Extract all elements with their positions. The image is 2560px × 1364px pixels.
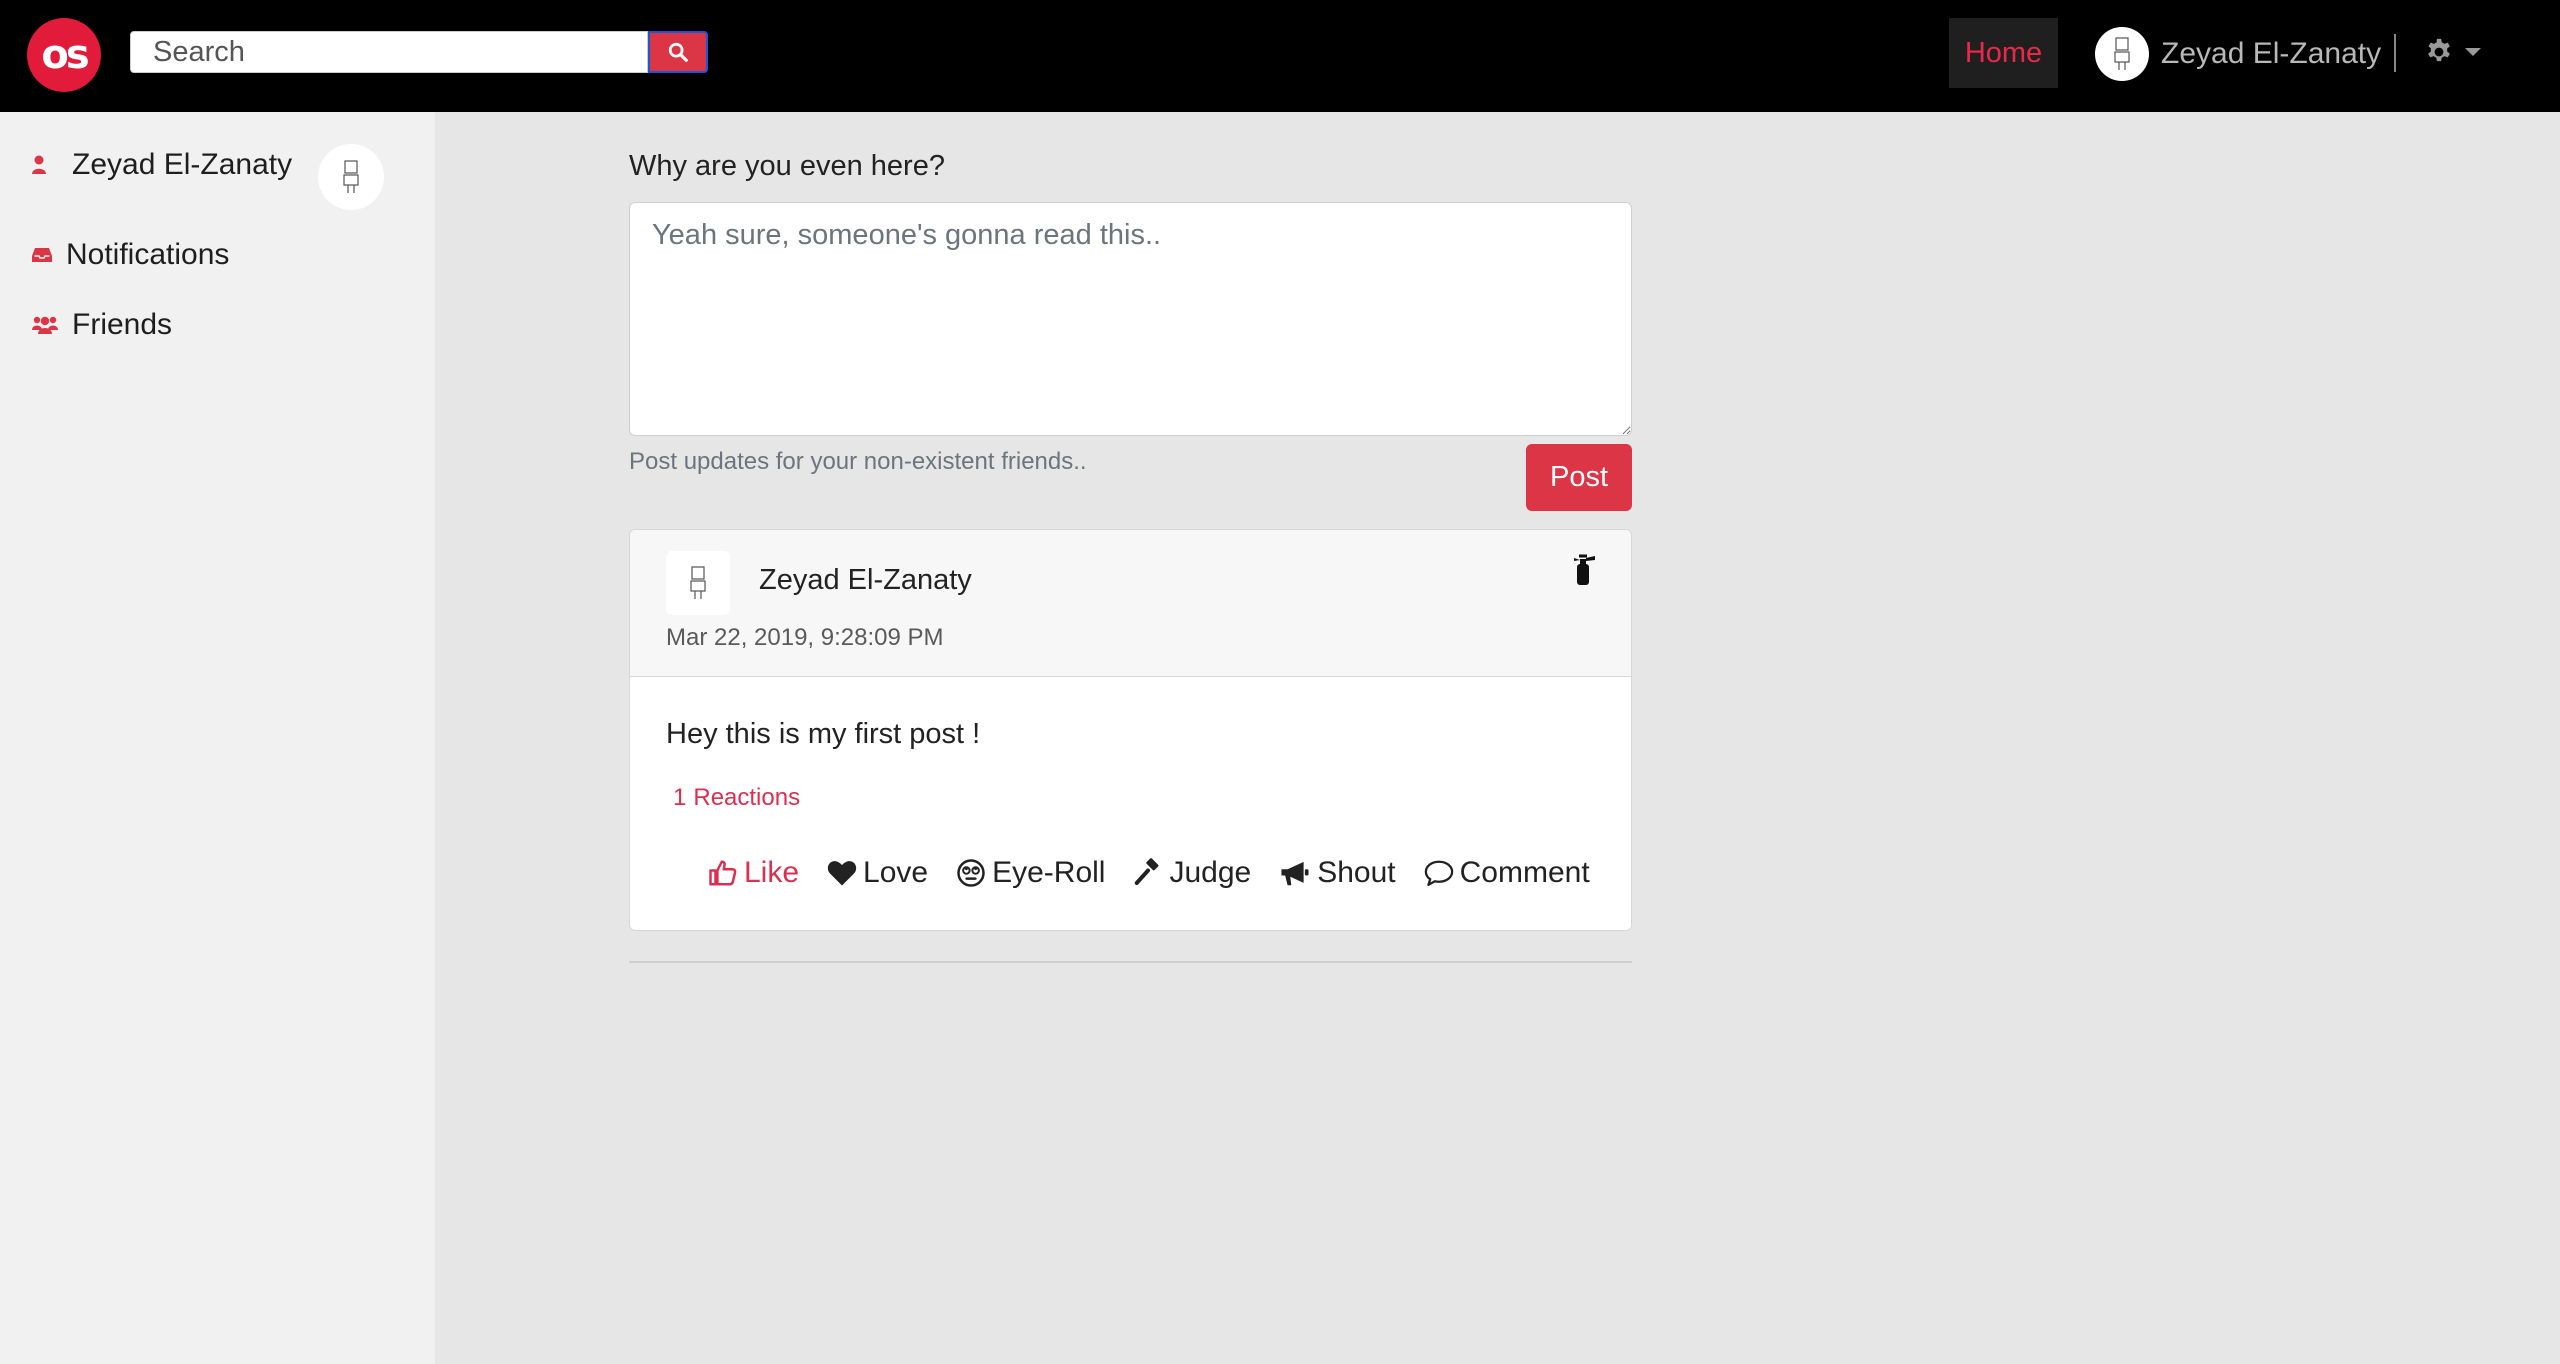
reactions-count: 1	[673, 784, 687, 811]
sidebar-item-notifications[interactable]: Notifications	[32, 238, 229, 272]
fire-extinguisher-icon	[1574, 554, 1595, 585]
sidebar-profile-name: Zeyad El-Zanaty	[72, 148, 293, 181]
comment-label: Comment	[1459, 856, 1590, 889]
love-label: Love	[863, 856, 929, 889]
avatar[interactable]	[318, 144, 384, 210]
reactions-label: Reactions	[693, 784, 801, 811]
like-button[interactable]: Like	[708, 856, 799, 890]
avatar	[2095, 27, 2149, 81]
nav-home-link[interactable]: Home	[1949, 18, 2058, 88]
post-author[interactable]: Zeyad El-Zanaty	[759, 564, 972, 597]
sidebar-item-label: Friends	[72, 308, 173, 341]
post-actions: Like Love Eye-Roll Judge Shout Comment	[708, 856, 1590, 890]
search-button[interactable]	[648, 31, 708, 73]
delete-post-button[interactable]	[1571, 554, 1597, 591]
logo-text: os	[41, 32, 89, 78]
gavel-icon	[1135, 858, 1159, 885]
nav-user-profile[interactable]: Zeyad El-Zanaty	[2095, 26, 2381, 82]
shout-button[interactable]: Shout	[1279, 856, 1396, 890]
comment-icon	[1424, 860, 1453, 886]
gear-icon	[2428, 38, 2450, 62]
nav-divider	[2394, 34, 2396, 72]
avatar-sketch-icon	[343, 160, 359, 193]
bullhorn-icon	[1281, 861, 1309, 886]
caret-down-icon	[2465, 48, 2481, 56]
judge-button[interactable]: Judge	[1133, 856, 1251, 890]
avatar-sketch-icon	[690, 566, 706, 599]
post-timestamp: Mar 22, 2019, 9:28:09 PM	[666, 624, 944, 651]
sidebar-item-profile[interactable]: Zeyad El-Zanaty	[32, 148, 292, 182]
post-header: Zeyad El-Zanaty Mar 22, 2019, 9:28:09 PM	[630, 530, 1631, 677]
users-icon	[32, 316, 58, 334]
lastfm-logo[interactable]: os	[27, 18, 101, 92]
sidebar: Zeyad El-Zanaty Notifications Friends	[0, 112, 435, 1364]
heart-icon	[827, 861, 857, 886]
eye-roll-label: Eye-Roll	[992, 856, 1106, 889]
post-textarea[interactable]	[629, 202, 1632, 436]
judge-label: Judge	[1169, 856, 1252, 889]
nav-user-name: Zeyad El-Zanaty	[2161, 37, 2382, 70]
post-body-text: Hey this is my first post !	[666, 718, 981, 750]
eye-roll-face-icon	[957, 859, 985, 887]
inbox-icon	[32, 248, 52, 262]
search-input[interactable]	[130, 31, 648, 73]
post-button[interactable]: Post	[1526, 444, 1632, 511]
reactions-count-link[interactable]: 1 Reactions	[673, 784, 800, 812]
love-button[interactable]: Love	[827, 856, 928, 890]
settings-dropdown[interactable]	[2424, 30, 2482, 74]
composer-label: Why are you even here?	[629, 150, 945, 182]
sidebar-item-label: Notifications	[66, 238, 230, 271]
search-icon	[668, 42, 688, 62]
thumbs-up-icon	[709, 860, 737, 886]
avatar-sketch-icon	[2114, 37, 2130, 70]
sidebar-item-friends[interactable]: Friends	[32, 308, 172, 342]
top-navbar: os Home Zeyad El-Zanaty	[0, 0, 2560, 112]
eye-roll-button[interactable]: Eye-Roll	[956, 856, 1105, 890]
shout-label: Shout	[1317, 856, 1396, 889]
post-card: Zeyad El-Zanaty Mar 22, 2019, 9:28:09 PM…	[629, 529, 1632, 931]
composer-help-text: Post updates for your non-existent frien…	[629, 448, 1087, 475]
comment-button[interactable]: Comment	[1424, 856, 1590, 890]
like-label: Like	[744, 856, 800, 889]
feed-divider	[629, 961, 1632, 963]
avatar[interactable]	[666, 551, 730, 615]
user-icon	[32, 155, 46, 174]
search-bar	[130, 31, 708, 73]
